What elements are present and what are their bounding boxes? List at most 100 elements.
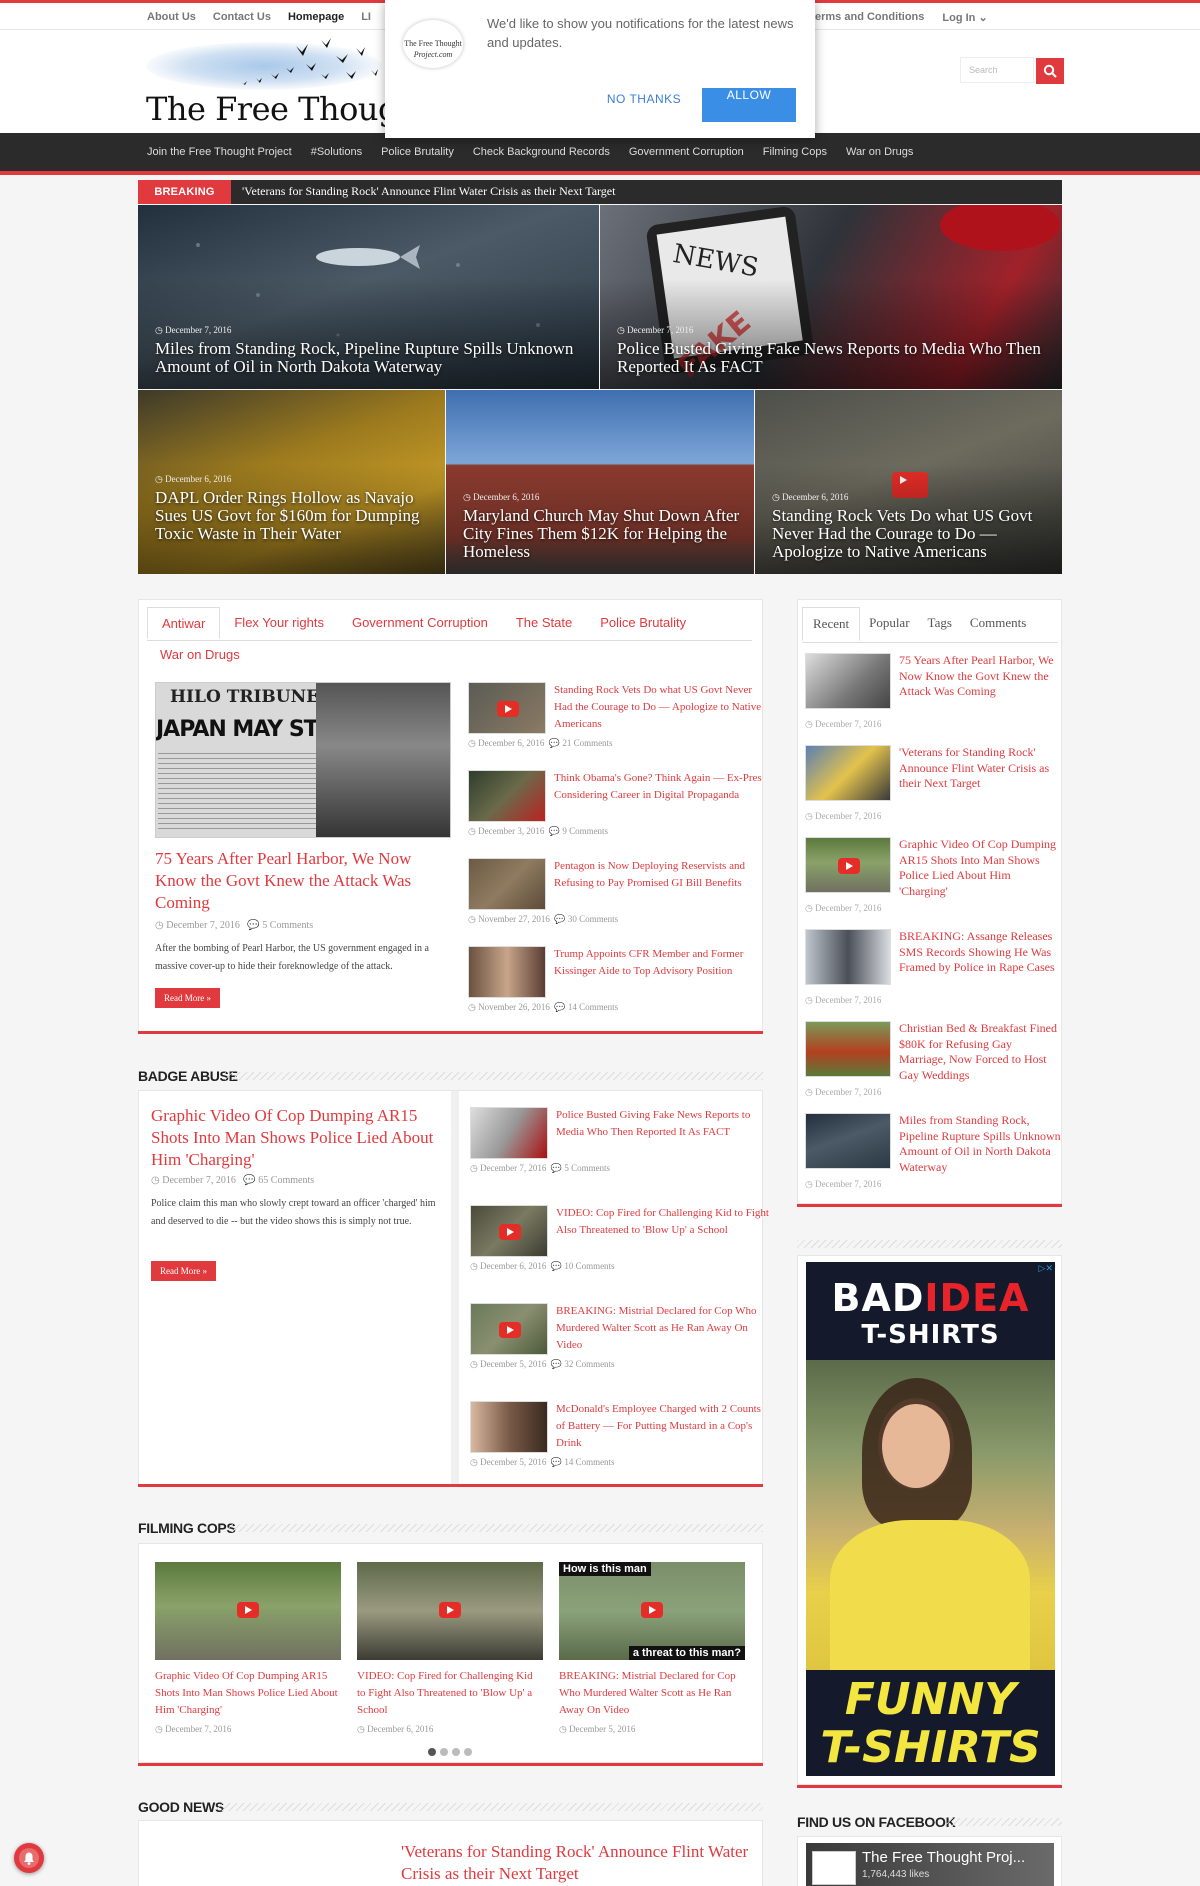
top-nav-partial[interactable]: LI [361, 11, 371, 23]
tab-comments[interactable]: Comments [961, 607, 1035, 641]
featured-title[interactable]: 75 Years After Pearl Harbor, We Now Know… [155, 848, 451, 914]
search-input[interactable]: Search [960, 57, 1034, 83]
heading-stripe [215, 1803, 763, 1811]
item-title: Graphic Video Of Cop Dumping AR15 Shots … [899, 837, 1057, 898]
featured-image-newspaper[interactable]: HILO TRIBUNE HERALD JAPAN MAY STRIKE OVE… [155, 682, 451, 838]
tab-popular[interactable]: Popular [860, 607, 918, 641]
facebook-likes: 1,764,443 likes [862, 1869, 930, 1880]
facebook-page-name: The Free Thought Proj... [862, 1849, 1026, 1866]
no-thanks-button[interactable]: NO THANKS [594, 92, 694, 106]
ad-banner[interactable]: ▷✕ BADIDEA T-SHIRTS FUNNY T-SHIRTS [806, 1262, 1055, 1776]
filming-date-text: December 7, 2016 [165, 1724, 232, 1734]
breaking-news-text[interactable]: 'Veterans for Standing Rock' Announce Fl… [242, 184, 615, 199]
nav-join[interactable]: Join the Free Thought Project [147, 146, 292, 158]
filming-cops-box: Graphic Video Of Cop Dumping AR15 Shots … [138, 1543, 763, 1763]
carousel-dot[interactable] [464, 1748, 472, 1756]
read-more-button[interactable]: Read More » [151, 1261, 216, 1281]
notification-bell-button[interactable] [14, 1843, 44, 1873]
section-divider [138, 1763, 763, 1766]
filming-date-text: December 5, 2016 [569, 1724, 636, 1734]
tab-tags[interactable]: Tags [919, 607, 961, 641]
filming-item[interactable]: Graphic Video Of Cop Dumping AR15 Shots … [155, 1562, 341, 1734]
top-nav-homepage[interactable]: Homepage [288, 11, 344, 23]
tab-recent[interactable]: Recent [802, 607, 861, 641]
filming-title: VIDEO: Cop Fired for Challenging Kid to … [357, 1670, 533, 1716]
featured-excerpt: After the bombing of Pearl Harbor, the U… [155, 943, 429, 972]
badge-abuse-heading: BADGE ABUSE [138, 1068, 238, 1084]
tab-war-on-drugs[interactable]: War on Drugs [160, 647, 240, 662]
carousel-dot[interactable] [452, 1748, 460, 1756]
item-thumbnail [468, 682, 546, 734]
badge-main-excerpt: Police claim this man who slowly crept t… [151, 1198, 436, 1227]
item-date-text: December 7, 2016 [815, 719, 882, 729]
item-date-text: December 7, 2016 [815, 1179, 882, 1189]
item-comments: 32 Comments [564, 1359, 615, 1369]
carousel-dot-active[interactable] [428, 1748, 436, 1756]
allow-button[interactable]: ALLOW [702, 88, 796, 122]
chevron-down-icon: ⌄ [978, 12, 988, 24]
nav-police-brutality[interactable]: Police Brutality [381, 146, 454, 158]
facebook-widget[interactable]: The Free Thought Proj... 1,764,443 likes [806, 1843, 1054, 1886]
slider-date: ◷ December 7, 2016 [617, 325, 694, 335]
ad-bottom-line2: T-SHIRTS [820, 1722, 1041, 1773]
carousel-dots [428, 1748, 472, 1756]
item-title: Pentagon is Now Deploying Reservists and… [554, 860, 745, 889]
tab-antiwar[interactable]: Antiwar [147, 607, 221, 639]
top-nav-about[interactable]: About Us [147, 11, 196, 23]
slider-title: Police Busted Giving Fake News Reports t… [617, 339, 1041, 376]
filming-item[interactable]: VIDEO: Cop Fired for Challenging Kid to … [357, 1562, 543, 1734]
item-thumbnail [470, 1401, 548, 1453]
tab-flex-your-rights[interactable]: Flex Your rights [220, 607, 338, 639]
badge-main-title[interactable]: Graphic Video Of Cop Dumping AR15 Shots … [151, 1105, 446, 1171]
ad-close-icon[interactable]: ▷✕ [1039, 1263, 1053, 1274]
nav-government-corruption[interactable]: Government Corruption [629, 146, 744, 158]
search-button[interactable] [1036, 58, 1064, 84]
login-link[interactable]: Log In ⌄ [942, 11, 987, 24]
badge-main-date: December 7, 2016 [162, 1175, 236, 1186]
item-meta: ◷ December 6, 2016 💬 10 Comments [470, 1261, 615, 1271]
carousel-dot[interactable] [440, 1748, 448, 1756]
good-news-box: 'Veterans for Standing Rock' Announce Fl… [138, 1820, 763, 1886]
nav-background-records[interactable]: Check Background Records [473, 146, 610, 158]
play-icon [499, 1224, 521, 1240]
top-nav-terms[interactable]: erms and Conditions [815, 11, 924, 24]
tab-government-corruption[interactable]: Government Corruption [338, 607, 502, 639]
top-nav-contact[interactable]: Contact Us [213, 11, 271, 23]
badge-main-meta: ◷ December 7, 2016 💬 65 Comments [151, 1175, 315, 1186]
slider-tile-4[interactable]: ◷ December 6, 2016 Maryland Church May S… [446, 390, 754, 574]
badge-abuse-box: Graphic Video Of Cop Dumping AR15 Shots … [138, 1090, 769, 1485]
nav-solutions[interactable]: #Solutions [311, 146, 362, 158]
tab-police-brutality[interactable]: Police Brutality [586, 607, 700, 639]
tab-the-state[interactable]: The State [502, 607, 586, 639]
site-logo[interactable]: The Free Thought [146, 34, 431, 130]
item-meta: ◷ November 26, 2016 💬 14 Comments [468, 1002, 619, 1012]
notification-logo: The Free Thought Project.com [403, 20, 463, 68]
item-date: ◷ December 7, 2016 [805, 1179, 882, 1189]
slider-tile-2[interactable]: NEWS FAKE ◷ December 7, 2016 Police Bust… [600, 205, 1062, 389]
nav-filming-cops[interactable]: Filming Cops [763, 146, 827, 158]
filming-item[interactable]: How is this man a threat to this man? BR… [559, 1562, 745, 1734]
badge-main-comments: 65 Comments [258, 1175, 315, 1186]
item-date: ◷ December 7, 2016 [805, 811, 882, 821]
search-icon [1043, 64, 1057, 78]
slider-tile-5[interactable]: ◷ December 6, 2016 Standing Rock Vets Do… [755, 390, 1062, 574]
item-meta: ◷ December 6, 2016 💬 21 Comments [468, 738, 613, 748]
item-thumbnail [468, 770, 546, 822]
nav-war-on-drugs[interactable]: War on Drugs [846, 146, 913, 158]
notification-message: We'd like to show you notifications for … [487, 16, 794, 50]
section-divider [797, 1204, 1062, 1207]
slider-tile-3[interactable]: ◷ December 6, 2016 DAPL Order Rings Holl… [138, 390, 445, 574]
battleship-photo [316, 683, 450, 837]
slider-title: DAPL Order Rings Hollow as Navajo Sues U… [155, 488, 420, 543]
item-comments: 9 Comments [562, 826, 609, 836]
newspaper-columns [158, 753, 318, 833]
item-thumbnail [805, 745, 891, 801]
slider-date-text: December 6, 2016 [165, 474, 232, 484]
category-tabs: Antiwar Flex Your rights Government Corr… [147, 607, 700, 639]
filming-title: BREAKING: Mistrial Declared for Cop Who … [559, 1670, 736, 1716]
good-news-title[interactable]: 'Veterans for Standing Rock' Announce Fl… [401, 1841, 751, 1885]
item-thumbnail [468, 946, 546, 998]
read-more-button[interactable]: Read More » [155, 988, 220, 1008]
play-icon [237, 1602, 259, 1618]
slider-tile-1[interactable]: ◷ December 7, 2016 Miles from Standing R… [138, 205, 599, 389]
